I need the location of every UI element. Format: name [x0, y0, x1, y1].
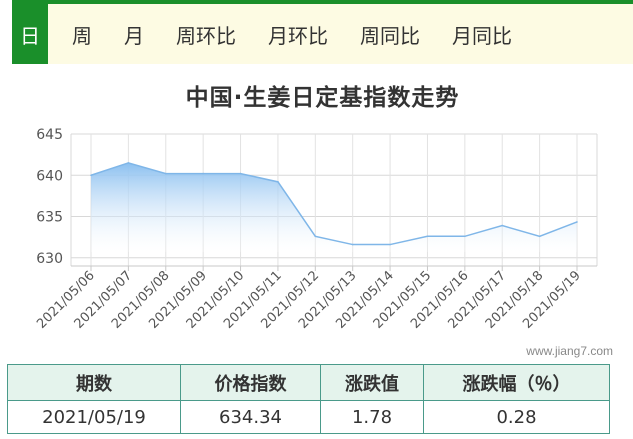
header-change-percent: 涨跌幅（％）: [423, 364, 610, 401]
data-point: [538, 235, 541, 238]
watermark: www.jiang7.com: [526, 344, 613, 358]
data-point: [127, 162, 130, 164]
cell-change-percent: 0.28: [423, 400, 610, 434]
data-point: [389, 243, 391, 246]
data-point: [239, 172, 242, 175]
cell-change-value: 1.78: [320, 400, 424, 434]
cell-price-index: 634.34: [180, 400, 321, 434]
y-tick-label: 645: [36, 127, 63, 143]
data-point: [351, 243, 354, 246]
y-tick-label: 640: [36, 168, 63, 184]
data-point: [426, 235, 429, 238]
data-point: [576, 221, 578, 223]
header-change-value: 涨跌值: [320, 364, 424, 401]
table-row: 2021/05/19 634.34 1.78 0.28: [7, 400, 610, 434]
y-tick-label: 630: [36, 251, 63, 267]
data-point: [164, 172, 167, 175]
data-point: [464, 235, 466, 238]
data-point: [202, 172, 204, 175]
data-point: [314, 235, 317, 238]
header-period: 期数: [7, 364, 181, 401]
data-point: [90, 174, 92, 177]
data-point: [501, 224, 504, 227]
index-trend-chart: 6306356406452021/05/062021/05/072021/05/…: [34, 127, 598, 332]
data-point: [277, 181, 279, 183]
index-summary-table: 期数 价格指数 涨跌值 涨跌幅（％） 2021/05/19 634.34 1.7…: [7, 364, 610, 434]
cell-period: 2021/05/19: [7, 400, 181, 434]
header-price-index: 价格指数: [180, 364, 321, 401]
series-area: [91, 162, 577, 252]
y-tick-label: 635: [36, 210, 63, 226]
